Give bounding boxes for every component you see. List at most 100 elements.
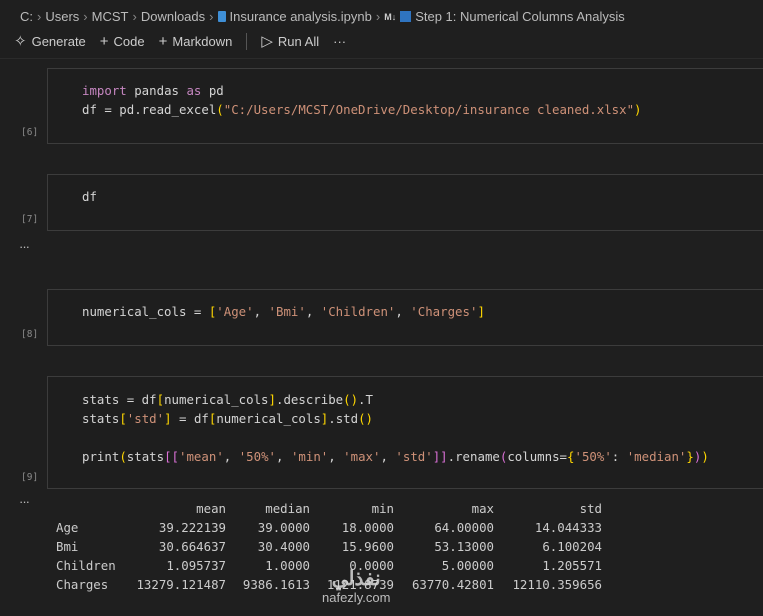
code-token: 'Children' bbox=[320, 304, 396, 319]
generate-button[interactable]: ✧ Generate bbox=[14, 32, 86, 50]
column-header: median bbox=[265, 501, 310, 516]
cell-value: 64.00000 bbox=[434, 520, 494, 535]
cell-value: 1.0000 bbox=[265, 558, 310, 573]
row-label: Charges bbox=[56, 577, 109, 592]
code-token: df = pd.read_excel bbox=[82, 102, 217, 117]
cell-value: 5.00000 bbox=[441, 558, 494, 573]
run-all-button[interactable]: ▷ Run All bbox=[261, 32, 319, 50]
code-token: 'std' bbox=[126, 411, 165, 426]
plus-icon: + bbox=[99, 32, 109, 50]
column-header: min bbox=[371, 501, 394, 516]
add-markdown-button[interactable]: + Markdown bbox=[159, 33, 233, 50]
code-token: : bbox=[611, 449, 627, 464]
code-token: columns= bbox=[507, 449, 568, 464]
code-token: 'Charges' bbox=[410, 304, 478, 319]
code-cell[interactable]: numerical_cols = ['Age', 'Bmi', 'Childre… bbox=[47, 289, 763, 346]
chevron-right-icon: › bbox=[83, 9, 88, 24]
code-token: [ bbox=[119, 411, 127, 426]
code-cell[interactable]: import pandas as pd df = pd.read_excel("C… bbox=[47, 68, 763, 144]
code-token: .rename bbox=[447, 449, 500, 464]
code-token: stats = df bbox=[82, 392, 157, 407]
code-editor[interactable]: stats = df[numerical_cols].describe().T s… bbox=[82, 390, 709, 466]
section-icon bbox=[400, 11, 412, 22]
breadcrumb-item[interactable]: Downloads bbox=[141, 9, 205, 24]
code-token: .T bbox=[358, 392, 373, 407]
chevron-right-icon: › bbox=[132, 9, 137, 24]
row-label: Age bbox=[56, 520, 79, 535]
breadcrumb-item[interactable]: Users bbox=[45, 9, 79, 24]
more-button[interactable]: ··· bbox=[333, 34, 346, 49]
cell-value: 63770.42801 bbox=[411, 577, 494, 592]
code-token: stats bbox=[82, 411, 120, 426]
code-cell[interactable]: df bbox=[47, 174, 763, 231]
cell-value: 1.095737 bbox=[166, 558, 226, 573]
cell-value: 12110.359656 bbox=[512, 577, 602, 592]
breadcrumb-item[interactable]: C: bbox=[20, 9, 33, 24]
cell-value: 53.13000 bbox=[434, 539, 494, 554]
cell-value: 13279.121487 bbox=[136, 577, 226, 592]
code-editor[interactable]: numerical_cols = ['Age', 'Bmi', 'Childre… bbox=[82, 302, 485, 321]
code-token: 'min' bbox=[290, 449, 329, 464]
row-label: Bmi bbox=[56, 539, 79, 554]
column-header: std bbox=[579, 501, 602, 516]
code-line: import pandas as pd bbox=[82, 81, 642, 100]
code-editor[interactable]: df bbox=[82, 187, 97, 206]
markdown-label: Markdown bbox=[172, 33, 233, 49]
chevron-right-icon: › bbox=[375, 9, 381, 24]
breadcrumb-item[interactable]: Step 1: Numerical Columns Analysis bbox=[415, 9, 625, 24]
table-row: Age 39.222139 39.0000 18.0000 64.00000 14.044… bbox=[56, 518, 602, 537]
execution-count: [9] bbox=[21, 472, 39, 483]
code-token: numerical_cols bbox=[164, 392, 269, 407]
plus-icon: + bbox=[158, 32, 168, 50]
code-token: ] bbox=[164, 411, 172, 426]
code-token: } bbox=[686, 449, 694, 464]
breadcrumb: C: › Users › MCST › Downloads › Insurance analys… bbox=[20, 9, 625, 24]
code-token: ) bbox=[634, 102, 642, 117]
table-row: Bmi 30.664637 30.4000 15.9600 53.13000 6.1002… bbox=[56, 537, 602, 556]
breadcrumb-item[interactable]: Insurance analysis.ipynb bbox=[230, 9, 372, 24]
notebook-toolbar: ✧ Generate + Code + Markdown ▷ Run All ··· bbox=[14, 32, 346, 50]
code-token: df bbox=[82, 189, 97, 204]
code-token: ) bbox=[701, 449, 709, 464]
cell-value: 30.664637 bbox=[158, 539, 226, 554]
code-cell[interactable]: stats = df[numerical_cols].describe().T s… bbox=[47, 376, 763, 489]
chevron-right-icon: › bbox=[209, 9, 214, 24]
code-token: pd bbox=[201, 83, 224, 98]
code-token: [[ bbox=[164, 449, 180, 464]
code-token: , bbox=[380, 449, 396, 464]
code-token: [ bbox=[156, 392, 165, 407]
code-token: () bbox=[343, 392, 359, 407]
code-token: import bbox=[82, 83, 127, 98]
output-more-icon[interactable]: ··· bbox=[19, 239, 30, 254]
code-token: stats bbox=[126, 449, 165, 464]
run-all-label: Run All bbox=[277, 33, 320, 49]
breadcrumb-item[interactable]: MCST bbox=[92, 9, 129, 24]
output-more-icon[interactable]: ··· bbox=[19, 494, 30, 509]
code-token: 'max' bbox=[343, 449, 381, 464]
code-token: pandas bbox=[126, 83, 187, 98]
code-line: print(stats[['mean', '50%', 'min', 'max'… bbox=[82, 447, 709, 466]
column-header: max bbox=[471, 501, 494, 516]
cell-value: 39.0000 bbox=[257, 520, 310, 535]
cell-value: 1.205571 bbox=[542, 558, 602, 573]
execution-count: [8] bbox=[21, 329, 39, 340]
table-header-row: mean median min max std bbox=[56, 499, 602, 518]
code-token: , bbox=[305, 304, 321, 319]
code-label: Code bbox=[113, 33, 145, 49]
code-token: '50%' bbox=[574, 449, 612, 464]
code-token: , bbox=[276, 449, 291, 464]
notebook-cells: import pandas as pd df = pd.read_excel("C… bbox=[0, 58, 763, 616]
code-editor[interactable]: import pandas as pd df = pd.read_excel("C… bbox=[82, 81, 642, 119]
add-code-button[interactable]: + Code bbox=[100, 33, 145, 50]
cell-value: 14.044333 bbox=[534, 520, 602, 535]
code-token: 'mean' bbox=[179, 449, 224, 464]
code-token: numerical_cols = bbox=[82, 304, 209, 319]
column-header bbox=[56, 499, 132, 518]
code-token: .describe bbox=[275, 392, 344, 407]
cell-value: 39.222139 bbox=[158, 520, 226, 535]
code-token: as bbox=[186, 83, 202, 98]
code-line: df bbox=[82, 187, 97, 206]
markdown-icon: M↓ bbox=[384, 11, 397, 22]
code-token: , bbox=[253, 304, 269, 319]
